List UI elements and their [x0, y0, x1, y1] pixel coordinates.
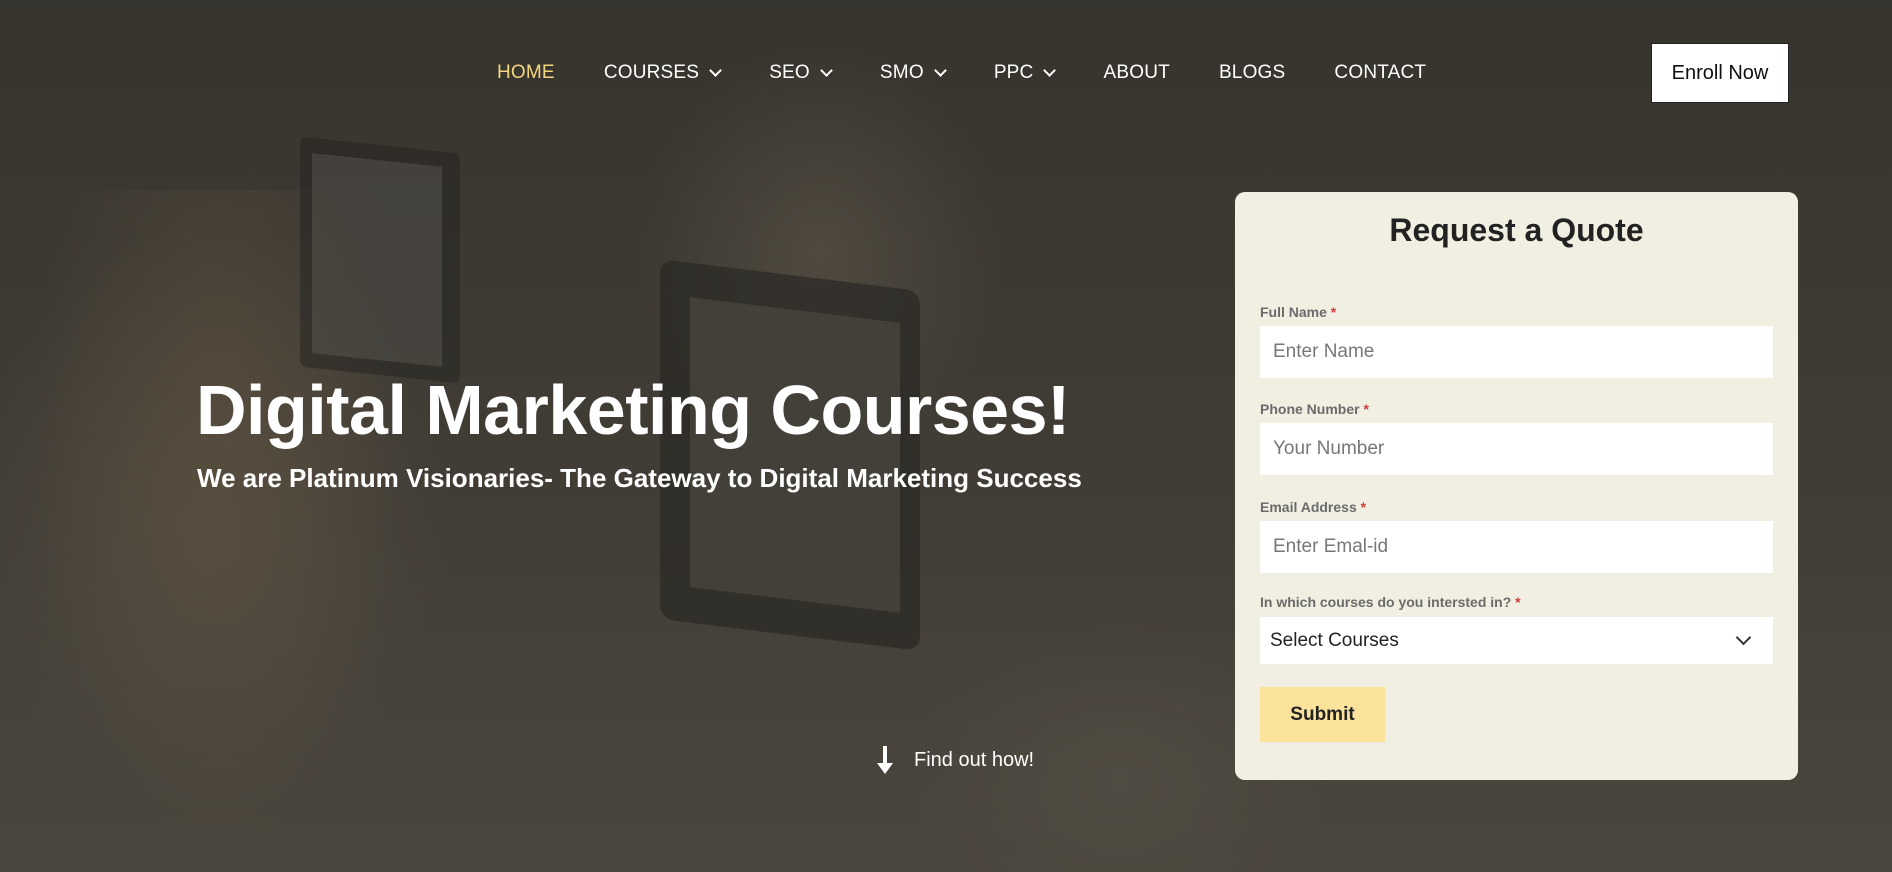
nav-item-label: COURSES	[603, 62, 700, 83]
courses-label: In which courses do you intersted in? *	[1260, 594, 1521, 610]
enroll-now-button[interactable]: Enroll Now	[1651, 43, 1789, 103]
nav-item-label: SEO	[769, 62, 810, 83]
required-mark: *	[1363, 401, 1369, 417]
chevron-down-icon	[933, 64, 947, 77]
courses-select[interactable]: Select Courses	[1260, 617, 1773, 664]
arrow-down-icon	[877, 746, 893, 774]
chevron-down-icon	[1043, 64, 1057, 77]
nav-item-smo[interactable]: SMO	[879, 62, 947, 84]
phone-number-label-text: Phone Number	[1260, 401, 1360, 417]
quote-form-title: Request a Quote	[1389, 212, 1644, 248]
nav-item-blogs[interactable]: BLOGS	[1219, 62, 1285, 84]
submit-button[interactable]: Submit	[1260, 687, 1385, 742]
hero-subtitle: We are Platinum Visionaries- The Gateway…	[197, 463, 1082, 493]
full-name-label-text: Full Name	[1260, 304, 1327, 320]
chevron-down-icon	[1735, 629, 1752, 646]
full-name-label: Full Name *	[1260, 304, 1336, 320]
nav-item-label: HOME	[497, 62, 555, 83]
phone-number-input[interactable]	[1260, 423, 1773, 475]
nav-item-ppc[interactable]: PPC	[993, 62, 1057, 84]
main-nav: HOME COURSES SEO SMO PPC ABOUT BLOGS CON…	[497, 58, 1475, 88]
nav-item-label: BLOGS	[1218, 62, 1286, 83]
chevron-down-icon	[820, 64, 833, 77]
phone-number-label: Phone Number *	[1260, 401, 1369, 417]
quote-form: Request a Quote Full Name * Phone Number…	[1235, 192, 1798, 780]
email-address-label: Email Address *	[1260, 499, 1366, 515]
find-out-label: Find out how!	[914, 748, 1035, 771]
email-address-input[interactable]	[1260, 521, 1773, 573]
nav-item-label: CONTACT	[1334, 62, 1427, 83]
required-mark: *	[1360, 499, 1367, 515]
required-mark: *	[1515, 594, 1521, 610]
nav-item-seo[interactable]: SEO	[769, 62, 833, 84]
nav-item-label: ABOUT	[1103, 62, 1170, 83]
courses-select-value: Select Courses	[1270, 629, 1399, 651]
nav-item-label: SMO	[879, 62, 924, 83]
chevron-down-icon	[709, 64, 723, 77]
nav-item-courses[interactable]: COURSES	[603, 62, 723, 84]
nav-item-contact[interactable]: CONTACT	[1334, 62, 1426, 84]
nav-item-about[interactable]: ABOUT	[1103, 62, 1169, 84]
full-name-input[interactable]	[1260, 326, 1773, 378]
email-address-label-text: Email Address	[1260, 499, 1357, 515]
nav-item-home[interactable]: HOME	[497, 62, 555, 84]
nav-item-label: PPC	[993, 62, 1034, 83]
find-out-link[interactable]: Find out how!	[874, 745, 1034, 775]
hero-title: Digital Marketing Courses!	[196, 371, 1070, 449]
required-mark: *	[1330, 304, 1337, 320]
courses-label-text: In which courses do you intersted in?	[1260, 594, 1512, 610]
